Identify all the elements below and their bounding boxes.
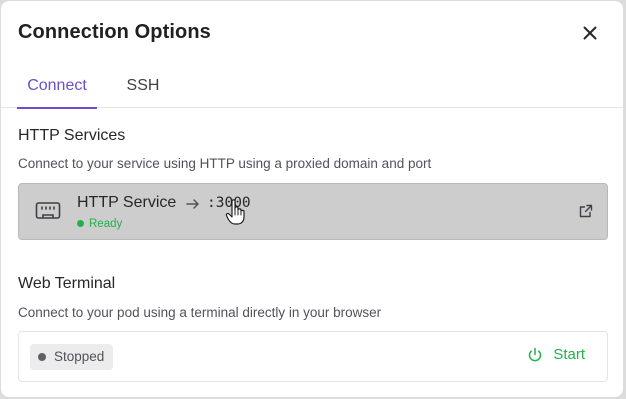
start-button-label: Start <box>553 346 585 363</box>
http-services-heading: HTTP Services <box>18 127 126 144</box>
tab-connect[interactable]: Connect <box>17 67 97 109</box>
web-terminal-heading: Web Terminal <box>18 275 116 292</box>
status-badge: Stopped <box>30 344 114 370</box>
http-services-description: Connect to your service using HTTP using… <box>18 156 432 171</box>
service-status-label: Ready <box>89 218 123 230</box>
close-icon <box>583 26 597 40</box>
tab-ssh[interactable]: SSH <box>113 67 173 107</box>
close-button[interactable] <box>579 22 601 44</box>
ready-status-dot <box>77 220 84 227</box>
dialog-title: Connection Options <box>18 21 211 43</box>
external-link-icon[interactable] <box>579 204 593 218</box>
web-terminal-description: Connect to your pod using a terminal dir… <box>18 305 382 320</box>
status-badge-label: Stopped <box>54 349 105 364</box>
hand-pointer-cursor-icon <box>225 199 245 225</box>
connection-options-dialog: Connection Options Connect SSH HTTP Serv… <box>1 1 623 397</box>
web-terminal-card: Stopped Start <box>18 331 608 382</box>
arrow-right-icon <box>186 199 199 209</box>
start-button[interactable]: Start <box>527 346 585 363</box>
service-name: HTTP Service <box>77 194 177 211</box>
http-service-card[interactable]: HTTP Service :3000 Ready <box>18 183 608 240</box>
stopped-status-dot <box>38 353 46 361</box>
ethernet-port-icon <box>35 202 61 219</box>
power-icon <box>529 347 542 361</box>
service-status: Ready <box>77 218 122 230</box>
tab-bar: Connect SSH <box>1 67 623 109</box>
